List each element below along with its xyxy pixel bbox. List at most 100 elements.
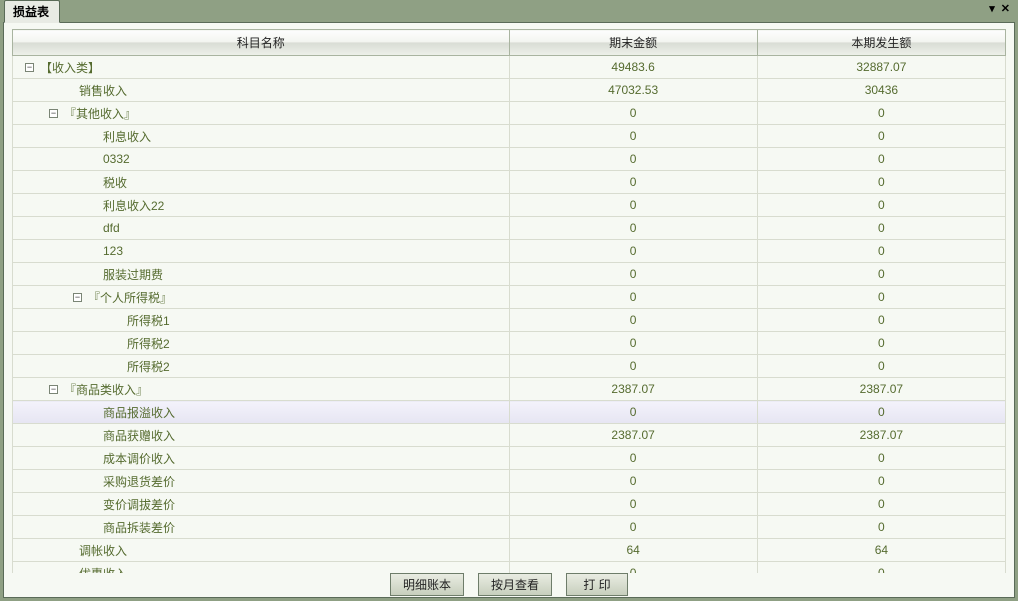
row-name: 服装过期费 [103,266,163,283]
pl-table: 科目名称 期末金额 本期发生额 −【收入类】49483.632887.07销售收… [12,29,1006,573]
row-name: 优惠收入 [79,565,127,574]
cur-amount: 0 [757,309,1005,332]
table-row[interactable]: −『个人所得税』 00 [13,286,1006,309]
collapse-icon[interactable]: − [25,63,34,72]
row-name: dfd [103,221,120,235]
minimize-icon[interactable]: ▾ [987,2,997,15]
row-name: 『个人所得税』 [88,289,172,306]
table-row[interactable]: 服装过期费00 [13,263,1006,286]
table-row[interactable]: 0332 00 [13,148,1006,171]
row-name: 商品获赠收入 [103,427,175,444]
collapse-icon[interactable]: − [49,385,58,394]
row-name: 123 [103,244,123,258]
end-amount: 0 [509,125,757,148]
scroll-area[interactable]: 科目名称 期末金额 本期发生额 −【收入类】49483.632887.07销售收… [12,29,1006,573]
table-row[interactable]: 商品获赠收入 2387.072387.07 [13,424,1006,447]
cur-amount: 0 [757,562,1005,574]
cur-amount: 0 [757,493,1005,516]
end-amount: 0 [509,309,757,332]
row-name: 成本调价收入 [103,450,175,467]
cur-amount: 32887.07 [757,56,1005,79]
end-amount: 2387.07 [509,424,757,447]
row-name: 所得税1 [127,312,170,329]
cur-amount: 0 [757,194,1005,217]
table-wrap: 科目名称 期末金额 本期发生额 −【收入类】49483.632887.07销售收… [4,23,1014,573]
cur-amount: 0 [757,148,1005,171]
table-row[interactable]: 所得税2 00 [13,332,1006,355]
table-row[interactable]: 成本调价收入 00 [13,447,1006,470]
table-row[interactable]: 商品拆装差价00 [13,516,1006,539]
tab-strip: 损益表 ▾ ✕ [0,0,1018,22]
tab-active[interactable]: 损益表 [4,0,60,23]
collapse-icon[interactable]: − [73,293,82,302]
table-row[interactable]: 销售收入47032.5330436 [13,79,1006,102]
end-amount: 0 [509,332,757,355]
end-amount: 0 [509,171,757,194]
end-amount: 0 [509,470,757,493]
end-amount: 0 [509,148,757,171]
cur-amount: 0 [757,401,1005,424]
row-name: 商品拆装差价 [103,519,175,536]
table-row[interactable]: 利息收入00 [13,125,1006,148]
table-row[interactable]: 税收00 [13,171,1006,194]
table-row[interactable]: 变价调拔差价 00 [13,493,1006,516]
row-name: 『其他收入』 [64,105,136,122]
window-controls: ▾ ✕ [987,2,1012,15]
cur-amount: 30436 [757,79,1005,102]
month-button[interactable]: 按月查看 [478,573,552,596]
cur-amount: 0 [757,171,1005,194]
end-amount: 0 [509,401,757,424]
end-amount: 64 [509,539,757,562]
end-amount: 49483.6 [509,56,757,79]
cur-amount: 0 [757,516,1005,539]
row-name: 『商品类收入』 [64,381,148,398]
table-row[interactable]: 所得税1 00 [13,309,1006,332]
row-name: 【收入类】 [40,59,100,76]
row-name: 所得税2 [127,335,170,352]
col-cur[interactable]: 本期发生额 [757,30,1005,56]
row-name: 0332 [103,152,130,166]
table-row[interactable]: 调帐收入 6464 [13,539,1006,562]
table-row[interactable]: −『其他收入』00 [13,102,1006,125]
table-row[interactable]: −『商品类收入』 2387.072387.07 [13,378,1006,401]
cur-amount: 0 [757,102,1005,125]
table-row[interactable]: 采购退货差价00 [13,470,1006,493]
col-name[interactable]: 科目名称 [13,30,510,56]
collapse-icon[interactable]: − [49,109,58,118]
cur-amount: 0 [757,470,1005,493]
end-amount: 0 [509,562,757,574]
end-amount: 0 [509,194,757,217]
cur-amount: 0 [757,447,1005,470]
cur-amount: 2387.07 [757,378,1005,401]
cur-amount: 64 [757,539,1005,562]
end-amount: 0 [509,493,757,516]
row-name: 所得税2 [127,358,170,375]
table-row[interactable]: 所得税2 00 [13,355,1006,378]
end-amount: 0 [509,447,757,470]
close-icon[interactable]: ✕ [999,2,1012,15]
end-amount: 0 [509,217,757,240]
cur-amount: 0 [757,286,1005,309]
table-row[interactable]: 12300 [13,240,1006,263]
end-amount: 0 [509,286,757,309]
cur-amount: 0 [757,355,1005,378]
end-amount: 0 [509,355,757,378]
table-row[interactable]: 商品报溢收入 00 [13,401,1006,424]
row-name: 变价调拔差价 [103,496,175,513]
col-end[interactable]: 期末金额 [509,30,757,56]
table-row[interactable]: −【收入类】 49483.632887.07 [13,56,1006,79]
table-row[interactable]: 利息收入2200 [13,194,1006,217]
end-amount: 2387.07 [509,378,757,401]
row-name: 商品报溢收入 [103,404,175,421]
table-row[interactable]: dfd 00 [13,217,1006,240]
footer: 明细账本 按月查看 打 印 [4,573,1014,597]
row-name: 调帐收入 [79,542,127,559]
cur-amount: 0 [757,217,1005,240]
cur-amount: 0 [757,332,1005,355]
row-name: 利息收入 [103,128,151,145]
cur-amount: 2387.07 [757,424,1005,447]
row-name: 销售收入 [79,82,127,99]
print-button[interactable]: 打 印 [566,573,628,596]
table-row[interactable]: 优惠收入 00 [13,562,1006,574]
detail-button[interactable]: 明细账本 [390,573,464,596]
